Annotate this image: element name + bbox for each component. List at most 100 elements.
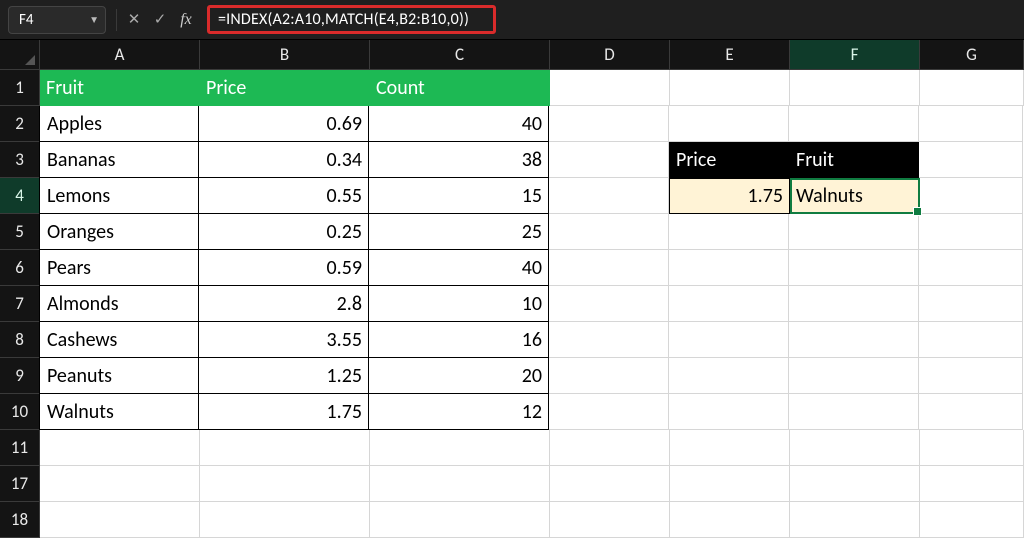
cell-f5[interactable] — [789, 214, 919, 250]
cell-e6[interactable] — [669, 250, 789, 286]
cell-f17[interactable] — [790, 466, 920, 502]
cell-c6[interactable]: 40 — [369, 250, 549, 286]
cell-f10[interactable] — [789, 394, 919, 430]
cell-d6[interactable] — [549, 250, 669, 286]
cell-b4[interactable]: 0.55 — [199, 178, 369, 214]
cell-b17[interactable] — [200, 466, 370, 502]
cell-g17[interactable] — [920, 466, 1024, 502]
cell-b7[interactable]: 2.8 — [199, 286, 369, 322]
cell-f2[interactable] — [789, 106, 919, 142]
cell-c3[interactable]: 38 — [369, 142, 549, 178]
cell-a9[interactable]: Peanuts — [39, 358, 199, 394]
cell-d2[interactable] — [549, 106, 669, 142]
cell-c10[interactable]: 12 — [369, 394, 549, 430]
worksheet[interactable]: A B C D E F G 1 2 3 4 5 6 7 8 9 10 11 17… — [0, 40, 1024, 538]
cell-a8[interactable]: Cashews — [39, 322, 199, 358]
cell-g2[interactable] — [919, 106, 1023, 142]
row-header-6[interactable]: 6 — [0, 250, 40, 286]
cell-c9[interactable]: 20 — [369, 358, 549, 394]
cell-c4[interactable]: 15 — [369, 178, 549, 214]
row-header-3[interactable]: 3 — [0, 142, 40, 178]
cell-e10[interactable] — [669, 394, 789, 430]
row-header-9[interactable]: 9 — [0, 358, 40, 394]
cell-d1[interactable] — [550, 70, 670, 106]
cell-c17[interactable] — [370, 466, 550, 502]
cell-a7[interactable]: Almonds — [39, 286, 199, 322]
row-header-18[interactable]: 18 — [0, 502, 40, 538]
cell-d17[interactable] — [550, 466, 670, 502]
cell-d9[interactable] — [549, 358, 669, 394]
row-header-4[interactable]: 4 — [0, 178, 40, 214]
cell-a2[interactable]: Apples — [39, 106, 199, 142]
row-header-11[interactable]: 11 — [0, 430, 40, 466]
cell-b11[interactable] — [200, 430, 370, 466]
cell-e4[interactable]: 1.75 — [669, 178, 789, 214]
cell-e7[interactable] — [669, 286, 789, 322]
formula-input[interactable]: =INDEX(A2:A10,MATCH(E4,B2:B10,0)) — [218, 10, 469, 29]
row-header-2[interactable]: 2 — [0, 106, 40, 142]
cell-b9[interactable]: 1.25 — [199, 358, 369, 394]
cell-b5[interactable]: 0.25 — [199, 214, 369, 250]
cell-f4[interactable]: Walnuts — [789, 178, 919, 214]
cell-e17[interactable] — [670, 466, 790, 502]
cell-e11[interactable] — [670, 430, 790, 466]
fx-icon[interactable]: fx — [173, 11, 199, 29]
row-header-1[interactable]: 1 — [0, 70, 40, 106]
cell-a1[interactable]: Fruit — [40, 70, 200, 106]
cell-c11[interactable] — [370, 430, 550, 466]
cell-d5[interactable] — [549, 214, 669, 250]
cell-c1[interactable]: Count — [370, 70, 550, 106]
cell-g9[interactable] — [919, 358, 1023, 394]
cell-f8[interactable] — [789, 322, 919, 358]
cell-f3[interactable]: Fruit — [789, 142, 919, 178]
row-header-8[interactable]: 8 — [0, 322, 40, 358]
cell-f9[interactable] — [789, 358, 919, 394]
column-header-g[interactable]: G — [920, 40, 1024, 70]
cell-c2[interactable]: 40 — [369, 106, 549, 142]
cell-e9[interactable] — [669, 358, 789, 394]
cell-a17[interactable] — [40, 466, 200, 502]
cell-d8[interactable] — [549, 322, 669, 358]
cell-d18[interactable] — [550, 502, 670, 538]
cell-e1[interactable] — [670, 70, 790, 106]
name-box[interactable]: F4 ▼ — [8, 6, 106, 34]
cell-g10[interactable] — [919, 394, 1023, 430]
cell-a6[interactable]: Pears — [39, 250, 199, 286]
cell-a18[interactable] — [40, 502, 200, 538]
cell-d11[interactable] — [550, 430, 670, 466]
column-header-f[interactable]: F — [790, 40, 920, 70]
cell-c5[interactable]: 25 — [369, 214, 549, 250]
cell-g5[interactable] — [919, 214, 1023, 250]
cell-g3[interactable] — [919, 142, 1023, 178]
cell-d10[interactable] — [549, 394, 669, 430]
cell-a3[interactable]: Bananas — [39, 142, 199, 178]
cell-f7[interactable] — [789, 286, 919, 322]
row-header-5[interactable]: 5 — [0, 214, 40, 250]
cell-b10[interactable]: 1.75 — [199, 394, 369, 430]
column-header-a[interactable]: A — [40, 40, 200, 70]
cell-b2[interactable]: 0.69 — [199, 106, 369, 142]
cell-g11[interactable] — [920, 430, 1024, 466]
cell-e5[interactable] — [669, 214, 789, 250]
cell-d7[interactable] — [549, 286, 669, 322]
cancel-formula-button[interactable]: ✕ — [121, 6, 147, 34]
column-header-b[interactable]: B — [200, 40, 370, 70]
cell-b3[interactable]: 0.34 — [199, 142, 369, 178]
cell-a5[interactable]: Oranges — [39, 214, 199, 250]
row-header-10[interactable]: 10 — [0, 394, 40, 430]
cell-g8[interactable] — [919, 322, 1023, 358]
cell-b8[interactable]: 3.55 — [199, 322, 369, 358]
row-header-7[interactable]: 7 — [0, 286, 40, 322]
chevron-down-icon[interactable]: ▼ — [89, 13, 99, 26]
cell-f18[interactable] — [790, 502, 920, 538]
cell-g18[interactable] — [920, 502, 1024, 538]
column-header-e[interactable]: E — [670, 40, 790, 70]
cell-f11[interactable] — [790, 430, 920, 466]
cell-g6[interactable] — [919, 250, 1023, 286]
cell-c18[interactable] — [370, 502, 550, 538]
cell-f6[interactable] — [789, 250, 919, 286]
cell-e3[interactable]: Price — [669, 142, 789, 178]
cell-d4[interactable] — [549, 178, 669, 214]
column-header-c[interactable]: C — [370, 40, 550, 70]
cell-e2[interactable] — [669, 106, 789, 142]
